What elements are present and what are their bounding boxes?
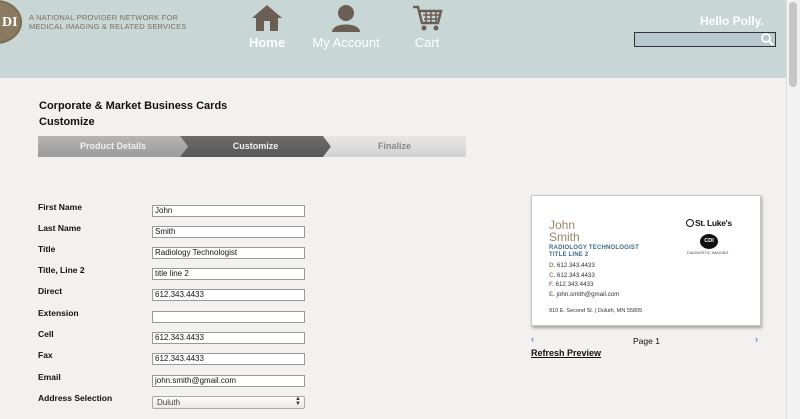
- step-finalize: Finalize: [323, 136, 466, 157]
- refresh-preview-link[interactable]: Refresh Preview: [531, 348, 601, 358]
- title-line-2-label: Title, Line 2: [38, 265, 85, 275]
- nav-home-label: Home: [248, 35, 286, 50]
- first-name-label: First Name: [38, 202, 82, 212]
- card-contact-fax: F. 612.343.4433: [549, 281, 594, 288]
- card-address: 910 E. Second St. | Duluth, MN 55805: [549, 308, 643, 314]
- first-name-input[interactable]: John: [152, 205, 305, 217]
- stlukes-logo: St. Luke's: [686, 218, 732, 228]
- direct-label: Direct: [38, 286, 63, 296]
- tagline: A NATIONAL PROVIDER NETWORK FOR MEDICAL …: [29, 13, 187, 31]
- greeting: Hello Polly.: [700, 14, 764, 28]
- cdi-logo-text: DIAGNOSTIC IMAGING: [687, 251, 729, 255]
- nav-cart[interactable]: Cart: [405, 4, 449, 50]
- nav-home[interactable]: Home: [244, 4, 290, 50]
- last-name-input[interactable]: Smith: [152, 226, 305, 238]
- card-name: John Smith: [549, 219, 580, 243]
- fax-input[interactable]: 612.343.4433: [152, 353, 305, 365]
- card-title: RADIOLOGY TECHNOLOGIST TITLE LINE 2: [549, 245, 639, 259]
- search-icon[interactable]: [760, 32, 774, 46]
- title-line-2-input[interactable]: title line 2: [152, 268, 305, 280]
- field-first-name: First Name John: [38, 202, 308, 217]
- step-product-details[interactable]: Product Details: [38, 136, 188, 157]
- field-cell: Cell 612.343.4433: [38, 329, 308, 344]
- account-icon: [332, 5, 360, 32]
- email-label: Email: [38, 372, 61, 382]
- cell-label: Cell: [38, 329, 54, 339]
- cdi-logo: CDI: [700, 234, 718, 249]
- card-title-line2: TITLE LINE 2: [549, 252, 589, 258]
- business-card-preview: John Smith RADIOLOGY TECHNOLOGIST TITLE …: [531, 195, 761, 326]
- extension-label: Extension: [38, 308, 79, 318]
- field-fax: Fax 612.343.4433: [38, 350, 308, 365]
- card-contact-direct: D. 612.343.4433: [549, 262, 595, 269]
- next-page-arrow[interactable]: ›: [755, 334, 758, 344]
- prev-page-arrow[interactable]: ‹: [531, 334, 534, 344]
- field-address-selection: Address Selection Duluth ▲ ▼: [38, 393, 308, 409]
- step-customize[interactable]: Customize: [180, 136, 331, 157]
- page-title-line1: Corporate & Market Business Cards: [39, 100, 228, 112]
- home-icon: [252, 5, 282, 31]
- extension-input[interactable]: [152, 311, 305, 323]
- card-contact-cell: C. 612.343.4433: [549, 271, 595, 279]
- cell-input[interactable]: 612.343.4433: [152, 332, 305, 344]
- progress-steps: Product Details Customize Finalize: [38, 136, 466, 157]
- card-last-name: Smith: [549, 230, 580, 244]
- cart-icon: [413, 5, 443, 31]
- email-input[interactable]: john.smith@gmail.com: [152, 375, 305, 387]
- page-title: Corporate & Market Business Cards Custom…: [39, 98, 227, 130]
- field-extension: Extension: [38, 308, 308, 323]
- field-direct: Direct 612.343.4433: [38, 286, 308, 301]
- fax-label: Fax: [38, 350, 53, 360]
- nav-my-account-label: My Account: [312, 35, 380, 50]
- field-last-name: Last Name Smith: [38, 223, 308, 238]
- direct-input[interactable]: 612.343.4433: [152, 289, 305, 301]
- field-title-line-2: Title, Line 2 title line 2: [38, 265, 308, 280]
- field-email: Email john.smith@gmail.com: [38, 372, 308, 387]
- title-input[interactable]: Radiology Technologist: [152, 247, 305, 259]
- address-select[interactable]: Duluth ▲ ▼: [152, 396, 305, 409]
- page-label: Page 1: [633, 336, 660, 346]
- last-name-label: Last Name: [38, 223, 81, 233]
- card-title-line1: RADIOLOGY TECHNOLOGIST: [549, 245, 639, 251]
- title-label: Title: [38, 244, 56, 254]
- address-select-value: Duluth: [157, 398, 181, 407]
- stlukes-mark-icon: [686, 219, 694, 227]
- search-input[interactable]: [634, 32, 776, 47]
- nav-cart-label: Cart: [414, 35, 440, 50]
- select-arrows-icon: ▲ ▼: [295, 396, 301, 407]
- scrollbar-thumb[interactable]: [789, 2, 797, 87]
- card-contact-email: E. john.smith@gmail.com: [549, 290, 620, 298]
- field-title: Title Radiology Technologist: [38, 244, 308, 259]
- address-selection-label: Address Selection: [38, 393, 113, 403]
- page-title-line2: Customize: [39, 116, 95, 128]
- nav-my-account[interactable]: My Account: [308, 4, 384, 50]
- card-contacts: D. 612.343.4433 C. 612.343.4433 F. 612.3…: [549, 261, 619, 299]
